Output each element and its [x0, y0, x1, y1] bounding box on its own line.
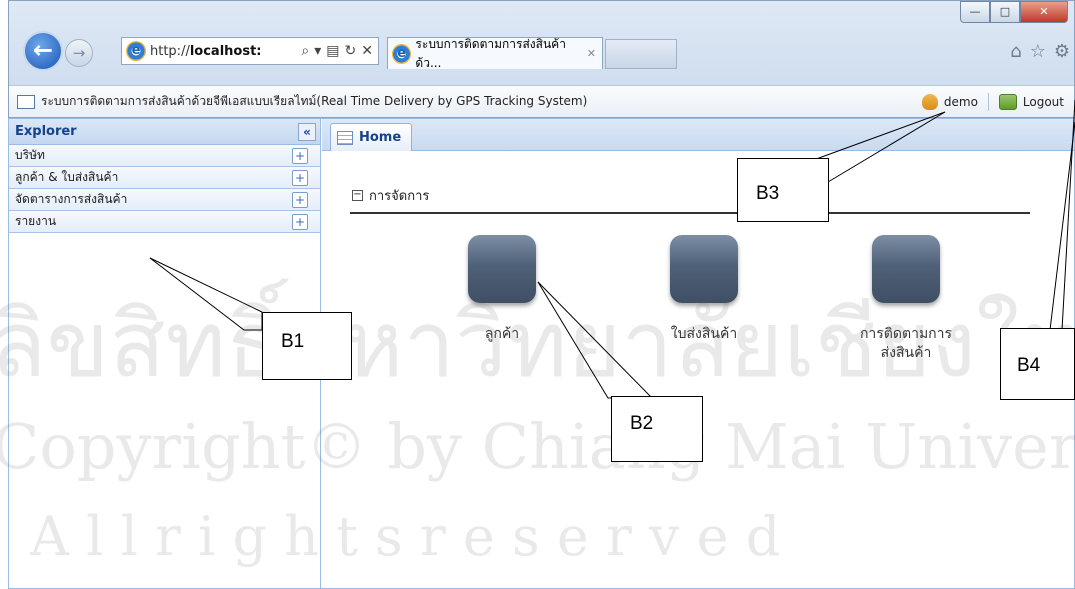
section-divider — [350, 212, 1030, 214]
invoices-icon[interactable] — [670, 235, 738, 303]
callout-b4: B4 — [1000, 328, 1075, 400]
collapse-section-icon[interactable]: − — [352, 190, 363, 201]
dropdown-icon[interactable]: ▾ — [314, 43, 321, 59]
tile-customers[interactable]: ลูกค้า — [432, 235, 572, 344]
home-icon[interactable]: ⌂ — [1010, 41, 1021, 62]
page-icon — [17, 94, 35, 109]
compatibility-view-icon[interactable]: ▤ — [326, 43, 339, 59]
tracking-icon[interactable] — [872, 235, 940, 303]
user-area: demo Logout — [921, 92, 1074, 111]
explorer-item-label: บริษัท — [15, 148, 45, 162]
callout-b1: B1 — [262, 312, 352, 380]
explorer-item-label: รายงาน — [15, 214, 57, 228]
section-title: การจัดการ — [369, 189, 430, 204]
window-controls: — □ ✕ — [960, 1, 1068, 23]
callout-b2: B2 — [611, 396, 703, 462]
tile-delivery-tracking[interactable]: การติดตามการ ส่งสินค้า — [836, 235, 976, 363]
section-header[interactable]: − การจัดการ — [350, 185, 1030, 206]
explorer-item-label: จัดตารางการส่งสินค้า — [15, 192, 128, 206]
browser-chrome: — □ ✕ ← → e http://localhost: ⌕ ▾ ▤ ↻ ✕ … — [8, 0, 1075, 118]
tab-strip: Home — [322, 119, 1074, 151]
tab-home[interactable]: Home — [330, 123, 412, 151]
expand-icon[interactable]: + — [292, 147, 308, 164]
minimize-button[interactable]: — — [960, 1, 990, 23]
close-tab-icon[interactable]: ✕ — [587, 47, 596, 60]
main-panel: Home − การจัดการ ลูกค้า ใบส่งสินค้า การต… — [322, 119, 1074, 588]
toolbar-icons: ⌂ ☆ ⚙ — [1010, 41, 1070, 62]
tile-invoices[interactable]: ใบส่งสินค้า — [634, 235, 774, 344]
new-tab-button[interactable] — [605, 39, 677, 69]
logout-link[interactable]: Logout — [1023, 95, 1064, 109]
callout-b3: B3 — [737, 158, 829, 222]
explorer-item-delivery-schedule[interactable]: จัดตารางการส่งสินค้า + — [9, 189, 320, 211]
back-button[interactable]: ← — [23, 31, 63, 71]
user-icon — [921, 93, 938, 110]
settings-icon[interactable]: ⚙ — [1054, 41, 1070, 62]
address-url[interactable]: http://localhost: — [150, 44, 262, 59]
forward-button[interactable]: → — [65, 39, 93, 67]
tab-home-label: Home — [359, 130, 402, 145]
address-tools: ⌕ ▾ ▤ ↻ ✕ — [301, 43, 378, 59]
navigation-row: ← → e http://localhost: ⌕ ▾ ▤ ↻ ✕ e ระบบ… — [9, 29, 1074, 71]
explorer-item-company[interactable]: บริษัท + — [9, 145, 320, 167]
lock-icon[interactable] — [998, 93, 1017, 110]
browser-tab[interactable]: e ระบบการติดตามการส่งสินค้าด้ว... ✕ — [387, 37, 603, 70]
explorer-item-label: ลูกค้า & ใบส่งสินค้า — [15, 170, 119, 184]
tile-label: การติดตามการ ส่งสินค้า — [859, 326, 953, 361]
address-bar[interactable]: e http://localhost: ⌕ ▾ ▤ ↻ ✕ — [121, 37, 379, 65]
explorer-item-reports[interactable]: รายงาน + — [9, 211, 320, 233]
app-container: Explorer « บริษัท + ลูกค้า & ใบส่งสินค้า… — [8, 118, 1075, 589]
expand-icon[interactable]: + — [292, 169, 308, 186]
close-window-button[interactable]: ✕ — [1020, 1, 1068, 23]
tile-label: ใบส่งสินค้า — [670, 326, 738, 342]
search-icon[interactable]: ⌕ — [301, 43, 309, 59]
favorites-icon[interactable]: ☆ — [1030, 41, 1046, 62]
explorer-header: Explorer « — [9, 119, 320, 145]
stop-icon[interactable]: ✕ — [361, 43, 373, 59]
collapse-panel-button[interactable]: « — [298, 122, 316, 141]
expand-icon[interactable]: + — [292, 191, 308, 208]
home-tab-icon — [337, 130, 353, 145]
divider — [987, 92, 989, 111]
refresh-icon[interactable]: ↻ — [345, 43, 357, 59]
ie-icon: e — [392, 43, 412, 64]
explorer-title: Explorer — [15, 124, 77, 139]
browser-tab-title: ระบบการติดตามการส่งสินค้าด้ว... — [415, 36, 566, 70]
page-title: ระบบการติดตามการส่งสินค้าด้วยจีพีเอสแบบเ… — [41, 94, 588, 108]
command-bar: ระบบการติดตามการส่งสินค้าด้วยจีพีเอสแบบเ… — [9, 85, 1074, 117]
ie-icon: e — [126, 41, 146, 61]
tile-label: ลูกค้า — [484, 326, 520, 342]
expand-icon[interactable]: + — [292, 213, 308, 230]
management-section: − การจัดการ — [350, 185, 1030, 214]
username: demo — [943, 94, 978, 109]
customers-icon[interactable] — [468, 235, 536, 303]
explorer-item-customers-invoices[interactable]: ลูกค้า & ใบส่งสินค้า + — [9, 167, 320, 189]
maximize-button[interactable]: □ — [990, 1, 1020, 23]
